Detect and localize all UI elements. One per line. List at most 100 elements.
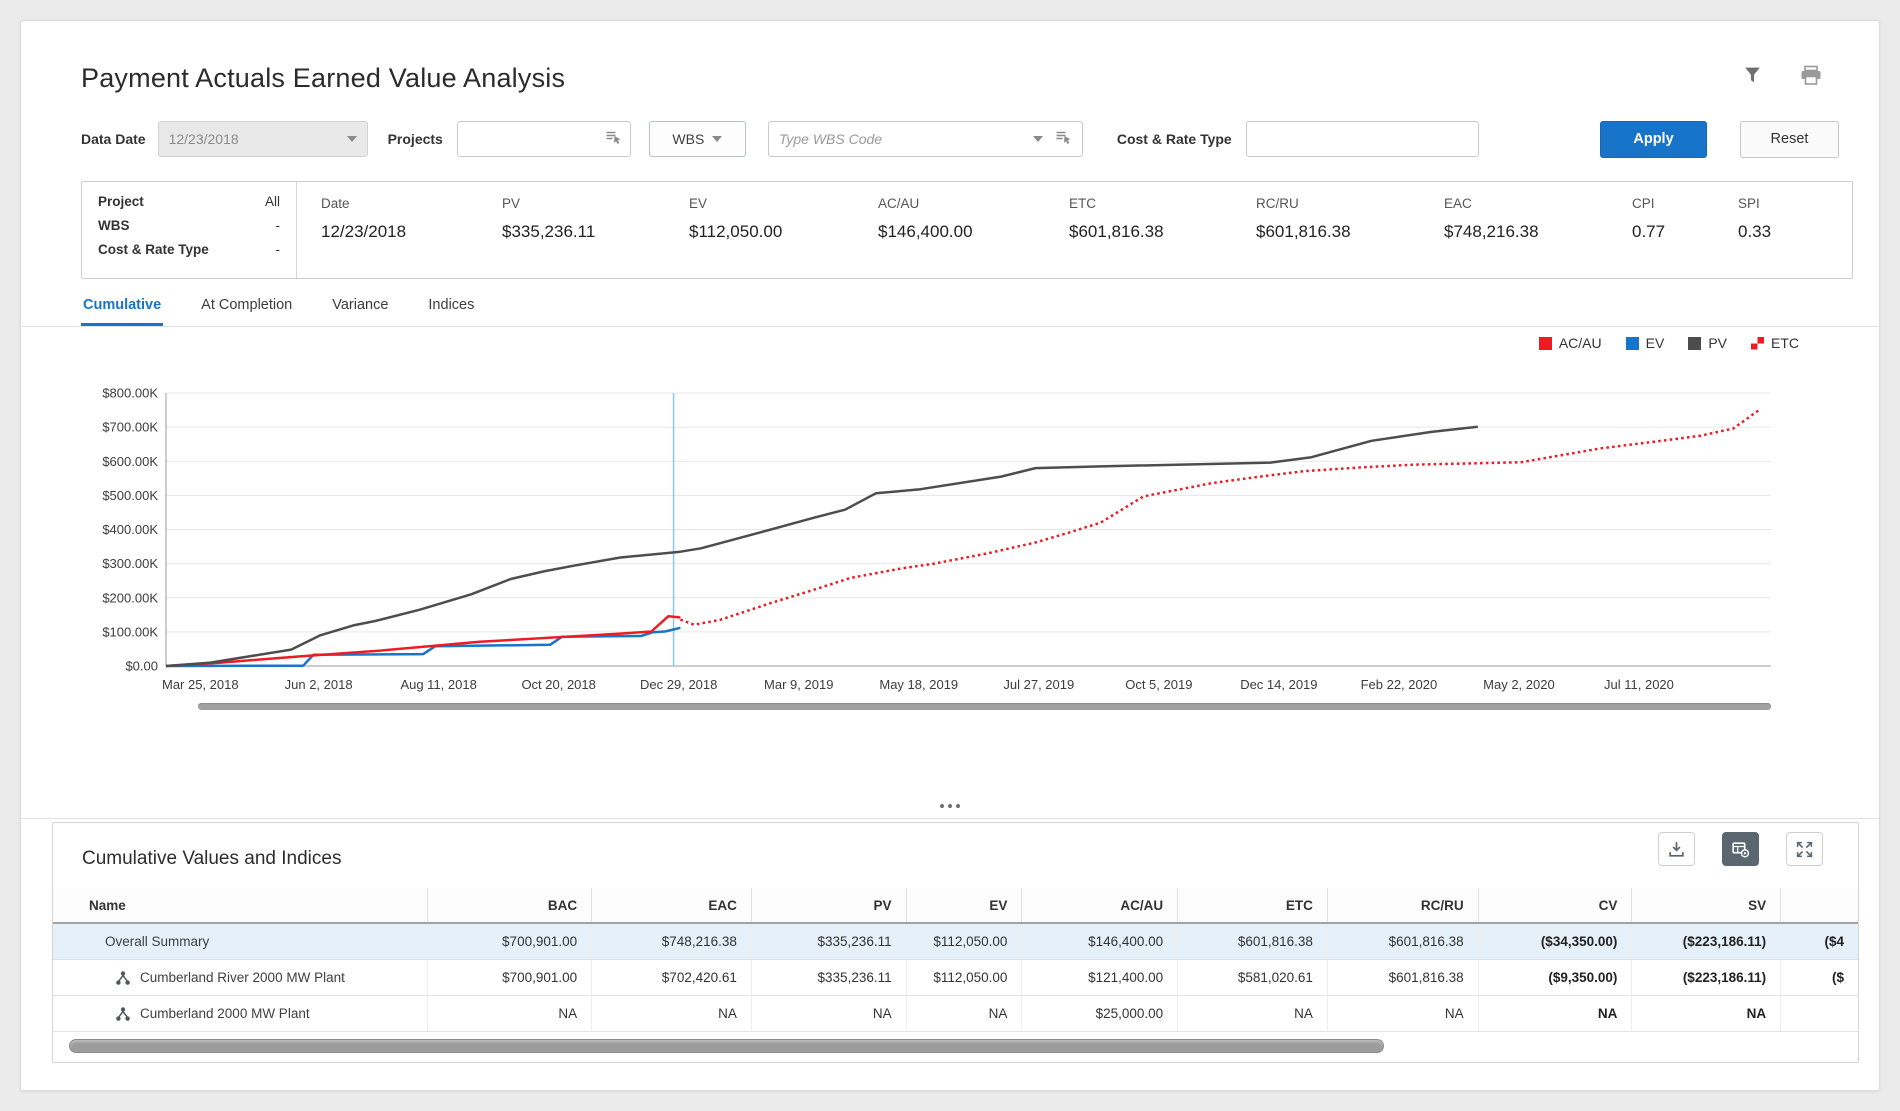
- row-name-cell[interactable]: Cumberland 2000 MW Plant: [53, 996, 427, 1031]
- column-header-ac-au[interactable]: AC/AU: [1021, 888, 1177, 922]
- column-header-ev[interactable]: EV: [906, 888, 1022, 922]
- filter-icon[interactable]: [1742, 65, 1763, 86]
- legend-item-etc: ETC: [1751, 335, 1799, 351]
- item-picker-icon[interactable]: [605, 130, 622, 148]
- evm-chart: AC/AUEVPVETC $0.00$100.00K$200.00K$300.0…: [81, 329, 1871, 729]
- row-value-cell: NA: [427, 996, 591, 1031]
- column-header-cv[interactable]: CV: [1478, 888, 1632, 922]
- data-date-label: Data Date: [81, 131, 146, 147]
- x-axis-label: Jun 2, 2018: [285, 677, 353, 692]
- chevron-down-icon: [347, 136, 357, 142]
- wbs-code-input[interactable]: Type WBS Code: [768, 121, 1083, 157]
- row-value-cell: $700,901.00: [427, 924, 591, 959]
- column-header-etc[interactable]: ETC: [1177, 888, 1327, 922]
- cumulative-values-panel: Cumulative Values and Indices: [52, 822, 1859, 1063]
- y-axis-label: $300.00K: [102, 556, 158, 571]
- summary-scope-row: ProjectAll: [98, 194, 280, 209]
- x-axis-label: Feb 22, 2020: [1361, 677, 1438, 692]
- reset-button[interactable]: Reset: [1740, 121, 1839, 158]
- summary-metric-spi: SPI0.33: [1738, 196, 1828, 278]
- x-axis-label: Oct 20, 2018: [521, 677, 595, 692]
- chevron-down-icon: [712, 136, 722, 142]
- series-pv: [166, 427, 1478, 666]
- table-row[interactable]: Cumberland River 2000 MW Plant$700,901.0…: [53, 960, 1858, 996]
- cost-rate-type-label: Cost & Rate Type: [1117, 131, 1232, 147]
- row-value-cell: $702,420.61: [591, 960, 751, 995]
- x-axis-label: Jul 11, 2020: [1604, 677, 1674, 692]
- x-axis-label: Mar 25, 2018: [162, 677, 239, 692]
- x-axis-label: Aug 11, 2018: [400, 677, 476, 692]
- chart-horizontal-scrollbar[interactable]: [198, 703, 1771, 710]
- tab-indices[interactable]: Indices: [426, 293, 476, 326]
- column-header-sv[interactable]: SV: [1631, 888, 1780, 922]
- projects-input[interactable]: [457, 121, 631, 157]
- row-value-cell: $601,816.38: [1177, 924, 1327, 959]
- download-button[interactable]: [1658, 832, 1695, 866]
- tab-at-completion[interactable]: At Completion: [199, 293, 294, 326]
- tab-cumulative[interactable]: Cumulative: [81, 293, 163, 326]
- data-date-select[interactable]: 12/23/2018: [158, 121, 368, 157]
- row-value-cell: $601,816.38: [1327, 960, 1478, 995]
- summary-strip: ProjectAllWBS-Cost & Rate Type- Date12/2…: [81, 181, 1853, 279]
- row-value-cell: [1780, 996, 1858, 1031]
- x-axis-label: Jul 27, 2019: [1003, 677, 1074, 692]
- table-row[interactable]: Cumberland 2000 MW PlantNANANANA$25,000.…: [53, 996, 1858, 1032]
- row-value-cell: NA: [1478, 996, 1632, 1031]
- wbs-dropdown-label: WBS: [672, 131, 704, 147]
- row-value-cell: NA: [591, 996, 751, 1031]
- summary-metric-date: Date12/23/2018: [321, 196, 502, 278]
- title-row: Payment Actuals Earned Value Analysis: [81, 63, 1851, 99]
- x-axis-label: Dec 29, 2018: [640, 677, 717, 692]
- column-header-rc-ru[interactable]: RC/RU: [1327, 888, 1478, 922]
- row-value-cell: $748,216.38: [591, 924, 751, 959]
- table-settings-button[interactable]: [1722, 832, 1759, 866]
- row-value-cell: ($: [1780, 960, 1858, 995]
- summary-metrics: Date12/23/2018PV$335,236.11EV$112,050.00…: [297, 182, 1852, 278]
- chart-canvas: $0.00$100.00K$200.00K$300.00K$400.00K$50…: [81, 329, 1871, 729]
- tab-bar: Cumulative At Completion Variance Indices: [21, 293, 1879, 327]
- row-name-cell[interactable]: Cumberland River 2000 MW Plant: [53, 960, 427, 995]
- summary-metric-etc: ETC$601,816.38: [1069, 196, 1256, 278]
- expand-button[interactable]: [1786, 832, 1823, 866]
- row-value-cell: NA: [1177, 996, 1327, 1031]
- table-horizontal-scrollbar[interactable]: [67, 1039, 1844, 1053]
- chart-legend: AC/AUEVPVETC: [1539, 335, 1799, 351]
- column-header-truncated[interactable]: [1780, 888, 1858, 922]
- y-axis-label: $600.00K: [102, 454, 158, 469]
- row-value-cell: $25,000.00: [1021, 996, 1177, 1031]
- column-header-bac[interactable]: BAC: [427, 888, 591, 922]
- page-title: Payment Actuals Earned Value Analysis: [81, 63, 1851, 94]
- apply-button[interactable]: Apply: [1600, 121, 1707, 158]
- column-header-pv[interactable]: PV: [751, 888, 906, 922]
- summary-scope-row: WBS-: [98, 218, 280, 233]
- legend-item-ev: EV: [1626, 335, 1665, 351]
- row-value-cell: NA: [1327, 996, 1478, 1031]
- y-axis-label: $100.00K: [102, 624, 158, 639]
- wbs-dropdown[interactable]: WBS: [649, 121, 746, 157]
- printer-icon[interactable]: [1799, 65, 1823, 86]
- row-name-cell[interactable]: Overall Summary: [53, 924, 427, 959]
- item-picker-icon[interactable]: [1055, 130, 1072, 148]
- legend-item-ac-au: AC/AU: [1539, 335, 1602, 351]
- row-value-cell: ($223,186.11): [1631, 960, 1780, 995]
- panel-splitter-handle[interactable]: [21, 804, 1879, 808]
- column-header-name[interactable]: Name: [53, 888, 427, 922]
- summary-metric-ac-au: AC/AU$146,400.00: [878, 196, 1069, 278]
- table-row[interactable]: Overall Summary$700,901.00$748,216.38$33…: [53, 924, 1858, 960]
- tab-variance[interactable]: Variance: [330, 293, 390, 326]
- x-axis-label: May 2, 2020: [1483, 677, 1555, 692]
- row-value-cell: NA: [1631, 996, 1780, 1031]
- summary-metric-ev: EV$112,050.00: [689, 196, 878, 278]
- legend-square-marker: [1688, 337, 1701, 350]
- column-header-eac[interactable]: EAC: [591, 888, 751, 922]
- cost-rate-type-input[interactable]: [1246, 121, 1479, 157]
- table-scrollbar-thumb[interactable]: [69, 1039, 1384, 1053]
- legend-square-marker: [1539, 337, 1552, 350]
- projects-label: Projects: [388, 131, 443, 147]
- row-value-cell: $112,050.00: [906, 924, 1022, 959]
- row-value-cell: NA: [751, 996, 906, 1031]
- project-node-icon: [115, 970, 131, 986]
- x-axis-label: Mar 9, 2019: [764, 677, 833, 692]
- x-axis-label: May 18, 2019: [879, 677, 958, 692]
- row-value-cell: $581,020.61: [1177, 960, 1327, 995]
